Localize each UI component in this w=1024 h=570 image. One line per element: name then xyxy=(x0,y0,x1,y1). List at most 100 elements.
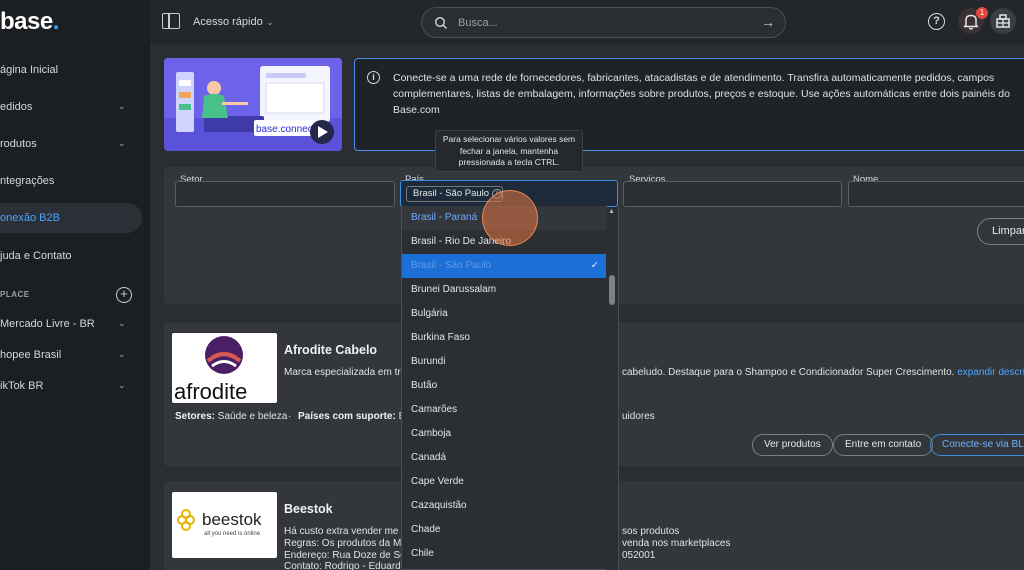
quick-access-menu[interactable]: Acesso rápido xyxy=(193,16,263,28)
dropdown-scrollbar[interactable] xyxy=(606,207,618,570)
supplier-logo-beestok[interactable]: beestok all you need is online xyxy=(172,492,277,558)
country-option[interactable]: Canadá xyxy=(402,446,607,470)
supplier-line: Há custo extra vender me xyxy=(284,526,399,537)
country-option[interactable]: Brasil - São Paulo ✓ xyxy=(402,254,607,278)
store-switch-button[interactable] xyxy=(990,8,1016,34)
sidebar-item[interactable]: rodutos ⌄ xyxy=(0,129,142,159)
marketplace-item[interactable]: ikTok BR ⌄ xyxy=(0,371,142,401)
country-option[interactable]: Bulgária xyxy=(402,302,607,326)
logo-tagline: all you need is online xyxy=(204,531,261,537)
country-option[interactable]: Brunei Darussalam xyxy=(402,278,607,302)
sidebar-item-label: ntegrações xyxy=(0,175,55,187)
beestok-logo-icon: beestok all you need is online xyxy=(177,509,262,537)
contact-button[interactable]: Entre em contato xyxy=(833,434,934,456)
add-marketplace-icon[interactable]: + xyxy=(116,287,132,303)
description-text: cabeludo. Destaque para o Shampoo e Cond… xyxy=(622,367,955,378)
banner-illustration: base.connect xyxy=(164,58,342,151)
sidebar-item[interactable]: onexão B2B xyxy=(0,203,142,233)
filter-nome-input[interactable] xyxy=(848,181,1024,207)
top-bar: Acesso rápido ⌄ → ? 1 xyxy=(150,0,1024,44)
sectors-label: Setores: xyxy=(175,411,216,422)
country-option-label: Brasil - São Paulo xyxy=(411,260,492,271)
sidebar-item-label: onexão B2B xyxy=(0,212,60,224)
country-option[interactable]: Butão xyxy=(402,374,607,398)
notification-badge: 1 xyxy=(976,7,988,19)
sidebar-item-label: rodutos xyxy=(0,138,37,150)
chip-label: Brasil - São Paulo xyxy=(413,188,490,199)
search-bar: → xyxy=(421,7,786,38)
marketplace-section-label: PLACE xyxy=(0,290,30,299)
arrow-right-icon[interactable]: → xyxy=(761,14,775,30)
scrollbar-thumb[interactable] xyxy=(609,275,615,305)
country-option-label: Burundi xyxy=(411,356,446,367)
logo-wordmark: afrodite xyxy=(174,379,247,403)
country-option-label: Brasil - Paraná xyxy=(411,212,478,223)
sidebar-item-label: juda e Contato xyxy=(0,250,72,262)
country-option-label: Camboja xyxy=(411,428,452,439)
country-option[interactable]: Cape Verde xyxy=(402,470,607,494)
filter-setor-select[interactable] xyxy=(175,181,395,207)
country-option[interactable]: Camboja xyxy=(402,422,607,446)
marketplace-item[interactable]: hopee Brasil ⌄ xyxy=(0,340,142,370)
supplier-line: venda nos marketplaces xyxy=(622,538,731,549)
chevron-down-icon[interactable]: ⌄ xyxy=(118,318,128,328)
country-option-label: Cazaquistão xyxy=(411,500,467,511)
country-option-label: Burkina Faso xyxy=(411,332,470,343)
scroll-up-icon[interactable]: ▲ xyxy=(608,208,615,215)
sidebar-item[interactable]: ágina Inicial xyxy=(0,55,142,85)
country-option-label: Cape Verde xyxy=(411,476,464,487)
supplier-sectors: Setores: Saúde e beleza xyxy=(175,411,287,422)
country-option[interactable]: Cazaquistão xyxy=(402,494,607,518)
chevron-down-icon[interactable]: ⌄ xyxy=(118,380,128,390)
layout-toggle-icon[interactable] xyxy=(162,13,180,29)
marketplace-item-label: hopee Brasil xyxy=(0,349,62,361)
country-option[interactable]: Camarões xyxy=(402,398,607,422)
chevron-down-icon[interactable]: ⌄ xyxy=(266,17,274,28)
country-option[interactable]: Burkina Faso xyxy=(402,326,607,350)
supplier-line: sos produtos xyxy=(622,526,680,537)
country-option-label: Chile xyxy=(411,548,434,559)
supplier-logo-afrodite[interactable]: afrodite xyxy=(172,333,277,403)
banner-text: Conecte-se a uma rede de fornecedores, f… xyxy=(393,72,1010,116)
connect-illustration: base.connect xyxy=(164,58,342,151)
chevron-down-icon[interactable]: ⌄ xyxy=(118,138,128,148)
country-option[interactable]: Chile xyxy=(402,542,607,566)
store-icon xyxy=(996,14,1010,28)
country-option[interactable]: Burundi xyxy=(402,350,607,374)
sidebar-item-label: edidos xyxy=(0,101,33,113)
logo-wordmark: beestok xyxy=(202,510,262,529)
view-products-button[interactable]: Ver produtos xyxy=(752,434,833,456)
sidebar-item[interactable]: ntegrações xyxy=(0,166,142,196)
sectors-value: Saúde e beleza xyxy=(217,411,288,422)
chevron-down-icon[interactable]: ⌄ xyxy=(118,349,128,359)
sidebar-item[interactable]: juda e Contato xyxy=(0,241,142,271)
expand-description-link[interactable]: expandir descrição xyxy=(957,367,1024,378)
clear-filters-button[interactable]: Limpar xyxy=(977,218,1024,245)
app-logo[interactable]: base. xyxy=(0,8,59,36)
help-icon[interactable]: ? xyxy=(928,13,945,30)
search-input[interactable] xyxy=(458,15,758,31)
search-icon xyxy=(434,16,448,30)
supplier-name[interactable]: Beestok xyxy=(284,502,333,516)
marketplace-item-label: Mercado Livre - BR xyxy=(0,318,95,330)
connect-button[interactable]: Conecte-se via BL Co xyxy=(930,434,1024,456)
info-icon: i xyxy=(367,71,380,84)
supplier-description-start: Marca especializada em tr xyxy=(284,367,401,378)
supplier-countries: Países com suporte: B xyxy=(298,411,405,422)
cursor-highlight xyxy=(482,190,538,246)
multi-select-tooltip: Para selecionar vários valores sem fecha… xyxy=(435,130,583,172)
sidebar-item[interactable]: edidos ⌄ xyxy=(0,92,142,122)
filter-servicos-select[interactable] xyxy=(623,181,842,207)
country-option[interactable]: Chade xyxy=(402,518,607,542)
supplier-name[interactable]: Afrodite Cabelo xyxy=(284,343,377,357)
countries-label: Países com suporte: xyxy=(298,411,396,422)
country-option-label: Chade xyxy=(411,524,441,535)
check-icon: ✓ xyxy=(590,260,599,271)
sidebar-item-label: ágina Inicial xyxy=(0,64,59,76)
supplier-meta-tail: uidores xyxy=(622,411,655,422)
supplier-description: cabeludo. Destaque para o Shampoo e Cond… xyxy=(622,367,1024,378)
separator-dot: · xyxy=(288,411,292,422)
country-option-label: Brunei Darussalam xyxy=(411,284,497,295)
marketplace-item[interactable]: Mercado Livre - BR ⌄ xyxy=(0,309,142,339)
chevron-down-icon[interactable]: ⌄ xyxy=(118,101,128,111)
